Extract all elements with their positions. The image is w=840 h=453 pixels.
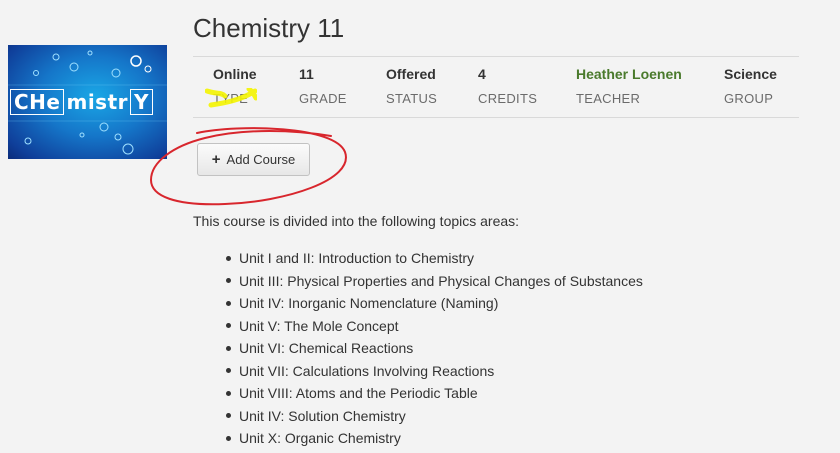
info-credits-value: 4: [478, 66, 486, 82]
list-item: Unit V: The Mole Concept: [226, 316, 643, 339]
info-credits-label: CREDITS: [478, 91, 538, 106]
list-item: Unit VII: Calculations Involving Reactio…: [226, 361, 643, 384]
info-type-value: Online: [213, 66, 257, 82]
list-item: Unit IV: Inorganic Nomenclature (Naming): [226, 293, 643, 316]
course-image: CHe mistr Y: [8, 45, 167, 159]
bullet-icon: [226, 390, 231, 396]
info-teacher-value[interactable]: Heather Loenen: [576, 66, 682, 82]
topic-text: Unit III: Physical Properties and Physic…: [239, 272, 643, 289]
topic-text: Unit V: The Mole Concept: [239, 317, 399, 334]
add-course-button[interactable]: + Add Course: [197, 143, 310, 176]
page-title: Chemistry 11: [193, 13, 345, 43]
info-status-label: STATUS: [386, 91, 438, 106]
list-item: Unit VIII: Atoms and the Periodic Table: [226, 383, 643, 406]
logo-tile-2: Y: [130, 89, 153, 115]
list-item: Unit VI: Chemical Reactions: [226, 338, 643, 361]
list-item: Unit IV: Solution Chemistry: [226, 406, 643, 429]
info-group-label: GROUP: [724, 91, 774, 106]
topic-text: Unit IV: Solution Chemistry: [239, 407, 406, 424]
list-item: Unit I and II: Introduction to Chemistry: [226, 248, 643, 271]
info-grade-label: GRADE: [299, 91, 347, 106]
info-grade-value: 11: [299, 66, 314, 82]
chemistry-logo-text: CHe mistr Y: [8, 89, 167, 115]
info-teacher-label: TEACHER: [576, 91, 641, 106]
course-page: CHe mistr Y Chemistry 11 Online TYPE 11 …: [0, 0, 840, 453]
info-status-value: Offered: [386, 66, 436, 82]
add-course-label: Add Course: [226, 152, 296, 167]
bullet-icon: [226, 278, 231, 284]
topic-text: Unit IV: Inorganic Nomenclature (Naming): [239, 295, 499, 311]
logo-tile-1: CHe: [10, 89, 65, 115]
bullet-icon: [226, 368, 231, 374]
list-item: Unit III: Physical Properties and Physic…: [226, 271, 643, 294]
topic-text: Unit X: Organic Chemistry: [239, 430, 401, 446]
topic-text: Unit I and II: Introduction to Chemistry: [239, 250, 474, 266]
topics-list: Unit I and II: Introduction to Chemistry…: [226, 248, 643, 451]
course-info-bar: Online TYPE 11 GRADE Offered STATUS 4 CR…: [193, 56, 799, 118]
bullet-icon: [226, 323, 231, 329]
logo-text-middle: mistr: [66, 90, 129, 114]
info-group-value: Science: [724, 66, 777, 82]
bullet-icon: [226, 255, 231, 261]
topic-text: Unit VIII: Atoms and the Periodic Table: [239, 385, 478, 401]
plus-icon: +: [211, 151, 221, 168]
topic-text: Unit VI: Chemical Reactions: [239, 340, 414, 356]
bullet-icon: [226, 413, 231, 419]
topic-text: Unit VII: Calculations Involving Reactio…: [239, 362, 495, 379]
bullet-icon: [226, 300, 231, 306]
list-item: Unit X: Organic Chemistry: [226, 428, 643, 451]
course-description-intro: This course is divided into the followin…: [193, 213, 520, 229]
highlight-annotation: [205, 88, 257, 108]
bullet-icon: [226, 345, 231, 351]
bullet-icon: [226, 435, 231, 441]
